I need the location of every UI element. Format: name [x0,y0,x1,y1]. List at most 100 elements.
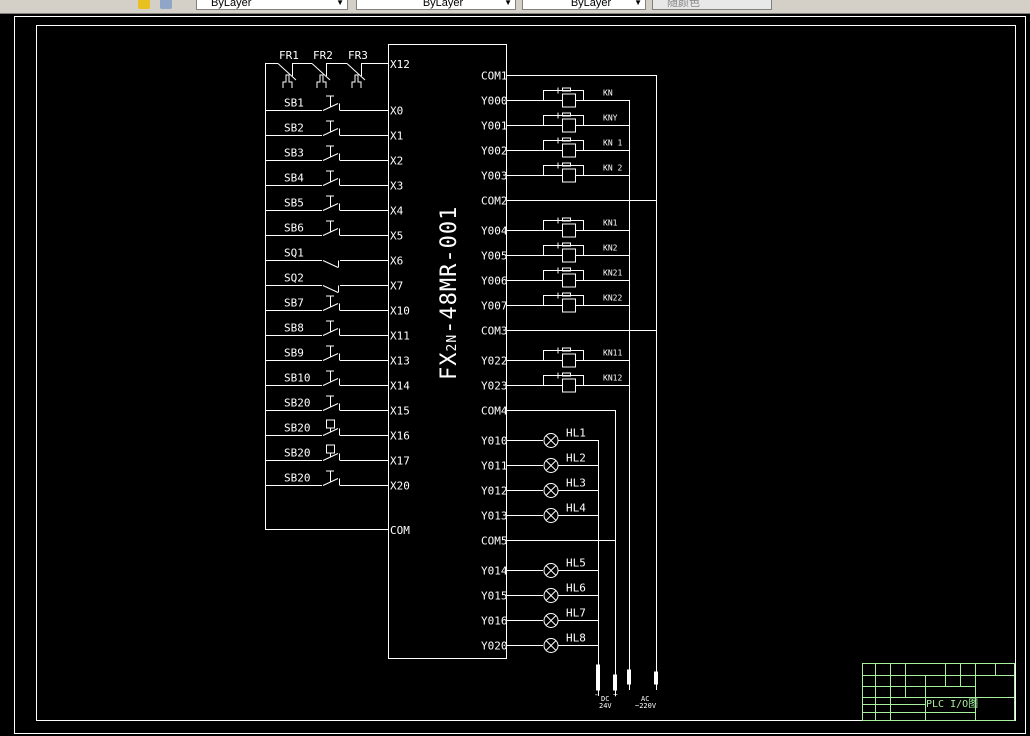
output-terminal-label: Y023 [481,380,508,393]
output-terminal-label: Y004 [481,225,508,238]
contact-icon [562,162,571,167]
input-terminal-label: X14 [390,380,410,393]
input-terminal-label: X17 [390,455,410,468]
relay-holding-contact [543,295,584,306]
layer-state-icon[interactable] [138,0,150,9]
input-device-label: SB8 [284,322,304,335]
thermal-element-icon [351,74,362,88]
com-output-row: COM1 [481,70,656,83]
input-device-label: SB4 [284,172,304,185]
output-terminal-label: Y014 [481,565,508,578]
lamp-output-row: Y012 HL3 [481,477,598,498]
thermal-element-icon [282,74,293,88]
input-device-label: SB2 [284,122,304,135]
contact-icon [562,87,571,92]
output-terminal-label: Y003 [481,170,508,183]
contact-icon [562,372,571,377]
relay-holding-contact [543,165,584,176]
output-terminal-label: Y022 [481,355,508,368]
relay-label: KN 2 [603,164,622,173]
thermal-element-icon [316,74,327,88]
lineweight-dropdown[interactable]: ByLayer ▼ [522,0,646,10]
output-terminal-label: Y001 [481,120,508,133]
output-terminal-label: Y020 [481,640,508,653]
output-circuit: COM1 Y000 KN Y001 KNY Y002 KN 1 Y003 KN 2 COM2 Y00… [481,70,657,680]
com-output-row: COM5 [481,535,615,548]
relay-label: KN [603,89,613,98]
com-output-row: COM4 [481,405,615,418]
lamp-label: HL4 [566,502,586,515]
relay-holding-contact [543,90,584,101]
output-terminal-label: COM1 [481,70,508,83]
input-terminal-label: X12 [390,58,410,71]
input-terminal-label: X10 [390,305,410,318]
layer-previous-icon[interactable] [160,0,172,9]
plotstyle-dropdown[interactable]: 随颜色 [652,0,772,10]
contact-icon [562,112,571,117]
output-terminal-label: COM4 [481,405,508,418]
dc-minus-label: - [594,690,599,699]
contact-icon [562,267,571,272]
relay-coil-icon [562,118,576,133]
contact-icon [562,242,571,247]
relay-coil-icon [562,273,576,288]
input-device-label: SB20 [284,397,311,410]
lamp-icon [543,458,559,473]
input-device-label: SB3 [284,147,304,160]
relay-coil-icon [562,168,576,183]
chevron-down-icon: ▼ [634,0,642,7]
relay-output-row: Y000 KN [481,87,629,108]
relay-output-row: Y005 KN2 [481,242,629,263]
input-row: SQ1 X6 [265,247,403,268]
relay-holding-contact [543,350,584,361]
relay-output-row: Y022 KN11 [481,347,629,368]
relay-label: KN1 [603,219,618,228]
output-terminal-label: Y005 [481,250,508,263]
relay-coil-icon [562,143,576,158]
relay-coil-icon [562,298,576,313]
lamp-output-row: Y020 HL8 [481,632,598,653]
relay-holding-contact [543,140,584,151]
output-terminal-label: Y006 [481,275,508,288]
input-terminal-label: X2 [390,155,403,168]
relay-holding-contact [543,245,584,256]
thermal-relay-contact: FR3 [346,49,388,88]
input-terminal-label: X6 [390,255,403,268]
plc-com-terminal: COM [390,524,410,537]
relay-output-row: Y002 KN 1 [481,137,629,158]
color-dropdown[interactable]: ByLayer ▼ [196,0,348,10]
relay-label: KNY [603,114,618,123]
input-device-label: SB1 [284,97,304,110]
thermal-relay-label: FR2 [313,49,333,62]
lamp-label: HL3 [566,477,586,490]
relay-output-row: Y006 KN21 [481,267,629,288]
color-dropdown-value: ByLayer [211,0,252,9]
contact-icon [562,137,571,142]
title-block-title: PLC I/O图 [926,698,978,710]
lamp-label: HL7 [566,607,586,620]
drawing-canvas[interactable]: FX2N-48MR-001 COM FR1 FR2 FR3 X12 SB1 X0 SB2 X1… [0,14,1030,736]
lamp-label: HL1 [566,427,586,440]
title-block: PLC I/O图 [862,663,1015,721]
lamp-label: HL6 [566,582,586,595]
relay-holding-contact [543,375,584,386]
relay-label: KN12 [603,374,622,383]
input-terminal-label: X1 [390,130,403,143]
dc-voltage-label: 24V [599,702,612,710]
relay-label: KN21 [603,269,622,278]
lamp-icon [543,563,559,578]
input-row: SB3 X2 [265,145,403,168]
thermal-relay-label: FR3 [348,49,368,62]
lamp-output-row: Y010 HL1 [481,427,598,448]
input-device-label: SB7 [284,297,304,310]
relay-holding-contact [543,220,584,231]
output-terminal-label: COM3 [481,325,508,338]
lamp-icon [543,483,559,498]
input-row: SB4 X3 [265,170,403,193]
linetype-dropdown[interactable]: ByLayer ▼ [356,0,516,10]
lamp-icon [543,638,559,653]
input-terminal-label: X7 [390,280,403,293]
fuse-icon [596,664,600,691]
relay-coil-icon [562,248,576,263]
linetype-dropdown-value: ByLayer [422,0,464,9]
